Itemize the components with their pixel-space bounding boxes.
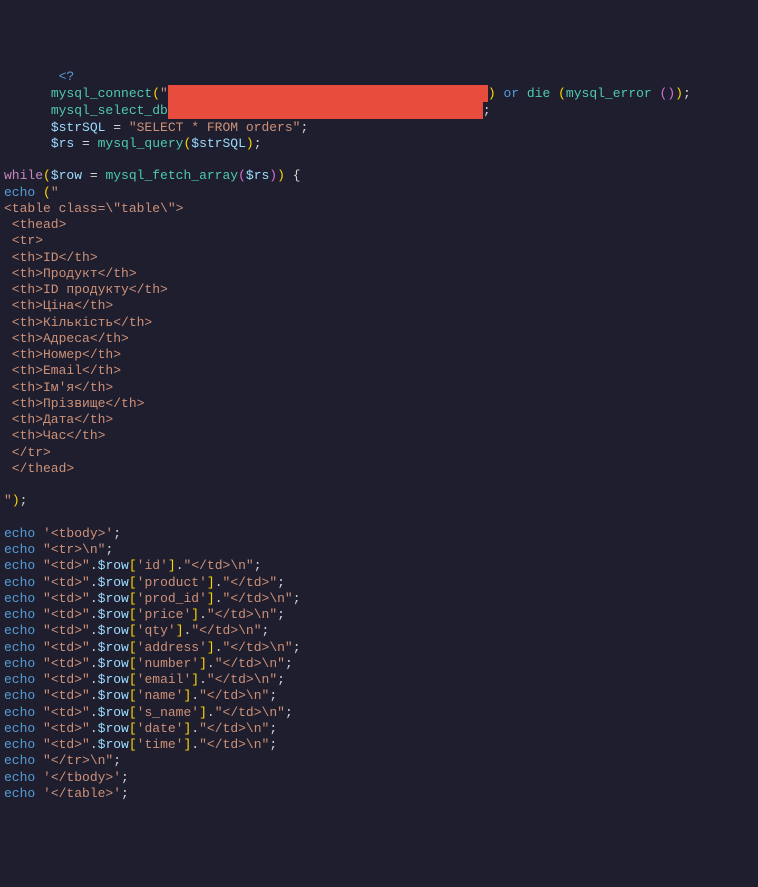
code-line: <th>Час</th> [4,428,754,444]
code-line: <th>Продукт</th> [4,266,754,282]
code-line: echo "<td>".$row['name']."</td>\n"; [4,688,754,704]
code-line: <th>Прізвище</th> [4,396,754,412]
code-line: echo "<td>".$row['email']."</td>\n"; [4,672,754,688]
code-line: <th>Кількість</th> [4,315,754,331]
code-line: echo "<td>".$row['time']."</td>\n"; [4,737,754,753]
code-line: echo "<td>".$row['number']."</td>\n"; [4,656,754,672]
code-line: echo '</table>'; [4,786,754,802]
code-line [4,152,754,168]
code-line: <th>Ім'я</th> [4,380,754,396]
code-line: echo "<td>".$row['date']."</td>\n"; [4,721,754,737]
code-line: <thead> [4,217,754,233]
code-line [4,510,754,526]
code-line: <th>ID</th> [4,250,754,266]
code-line: echo (" [4,185,754,201]
code-line: echo "<td>".$row['address']."</td>\n"; [4,640,754,656]
code-line: while($row = mysql_fetch_array($rs)) { [4,168,754,184]
code-line: </tr> [4,445,754,461]
code-line: echo "<tr>\n"; [4,542,754,558]
code-line: </thead> [4,461,754,477]
code-line [4,477,754,493]
code-line: <th>Дата</th> [4,412,754,428]
code-line: echo "<td>".$row['prod_id']."</td>\n"; [4,591,754,607]
redacted-block [168,85,488,102]
code-line: mysql_select_db; [4,102,754,119]
code-line: <? [4,69,754,85]
code-editor[interactable]: <? mysql_connect(") or die (mysql_error … [4,69,754,802]
code-line: mysql_connect(") or die (mysql_error ())… [4,85,754,102]
code-line: <th>Ціна</th> [4,298,754,314]
code-line: $rs = mysql_query($strSQL); [4,136,754,152]
code-line: echo "<td>".$row['id']."</td>\n"; [4,558,754,574]
code-line: echo "<td>".$row['s_name']."</td>\n"; [4,705,754,721]
code-line: <th>Номер</th> [4,347,754,363]
code-line: <th>Email</th> [4,363,754,379]
code-line: echo "<td>".$row['product']."</td>"; [4,575,754,591]
code-line: echo "</tr>\n"; [4,753,754,769]
code-line: "); [4,493,754,509]
code-line: <th>ID продукту</th> [4,282,754,298]
code-line: echo "<td>".$row['qty']."</td>\n"; [4,623,754,639]
redacted-block [168,102,483,119]
code-line: <table class=\"table\"> [4,201,754,217]
code-line: <th>Адреса</th> [4,331,754,347]
code-line: $strSQL = "SELECT * FROM orders"; [4,120,754,136]
code-line: echo '<tbody>'; [4,526,754,542]
code-line: <tr> [4,233,754,249]
code-line: echo '</tbody>'; [4,770,754,786]
code-line: echo "<td>".$row['price']."</td>\n"; [4,607,754,623]
